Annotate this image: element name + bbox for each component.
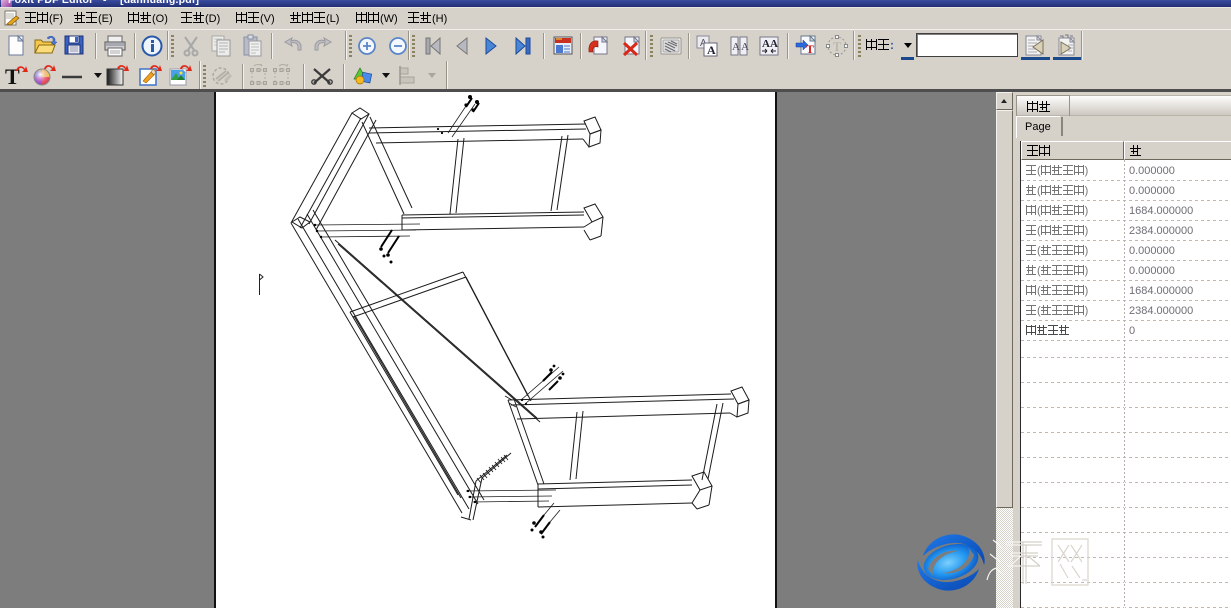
svg-text:AA: AA xyxy=(762,38,778,50)
svg-text:T: T xyxy=(833,39,841,54)
svg-text:A: A xyxy=(707,43,716,57)
svg-text:A: A xyxy=(732,41,740,53)
svg-text:T: T xyxy=(806,42,814,56)
svg-text:A: A xyxy=(741,41,749,53)
